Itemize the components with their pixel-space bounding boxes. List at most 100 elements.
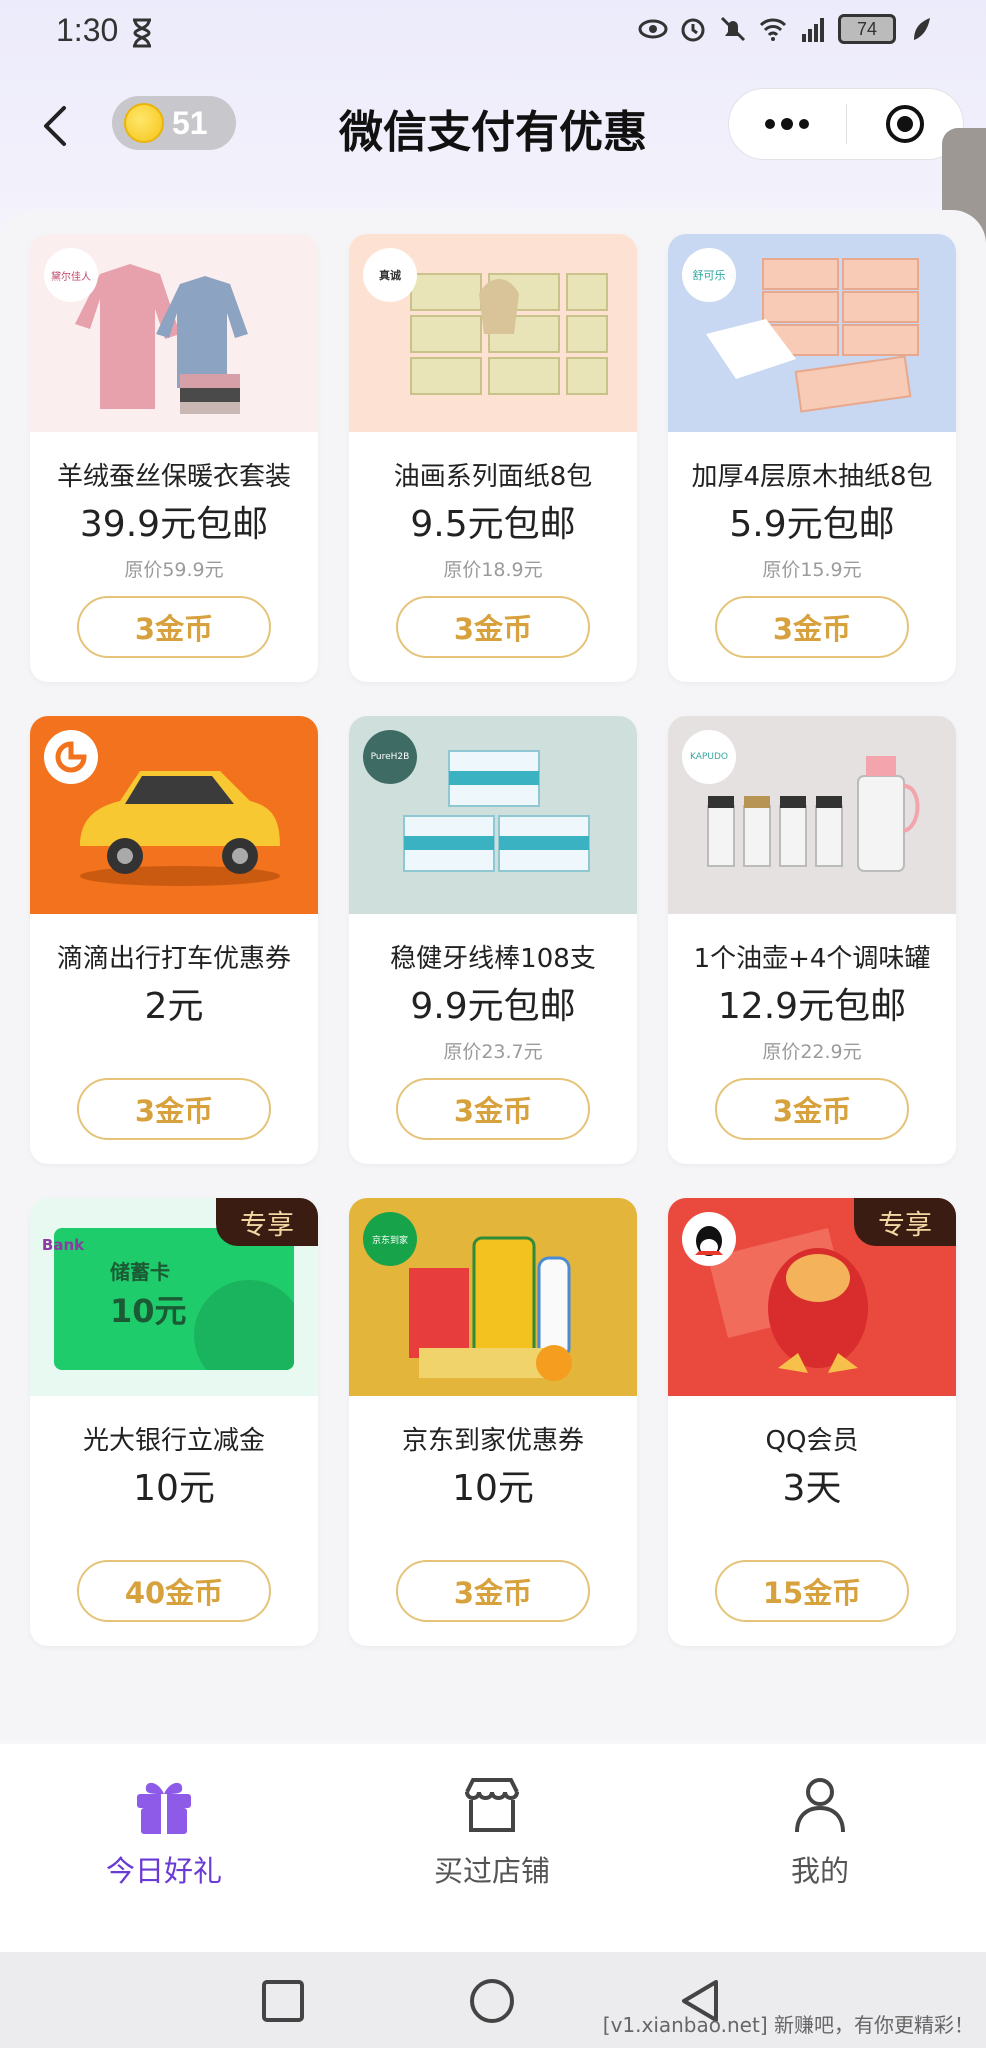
bank-card-amount: 10元 xyxy=(110,1292,187,1330)
tab-label: 买过店铺 xyxy=(433,1854,550,1888)
tab-purchased-stores[interactable]: 买过店铺 xyxy=(328,1744,656,1952)
status-icons: 74 xyxy=(638,14,936,44)
product-card[interactable]: KAPUDO 1个油壶+4个调味罐 12.9元包邮 原价22.9元 3金币 xyxy=(668,716,956,1164)
status-bar: 1:30 74 xyxy=(0,0,986,66)
product-image: 专享 xyxy=(668,1198,956,1396)
signal-icon xyxy=(802,18,824,42)
original-price xyxy=(349,1522,637,1546)
more-dots-icon xyxy=(765,118,810,130)
person-icon xyxy=(795,1778,845,1833)
product-card[interactable]: 储蓄卡 10元 Bank 专享 光大银行立减金 10元 40金币 xyxy=(30,1198,318,1646)
product-card[interactable]: 黛尔佳人 羊绒蚕丝保暖衣套装 39.9元包邮 原价59.9元 3金币 xyxy=(30,234,318,682)
product-price: 10元 xyxy=(452,1468,534,1509)
product-list: 黛尔佳人 羊绒蚕丝保暖衣套装 39.9元包邮 原价59.9元 3金币 真诚 油画… xyxy=(0,210,986,1740)
leaf-icon xyxy=(914,18,930,40)
coin-count: 51 xyxy=(172,104,208,141)
product-image: 储蓄卡 10元 Bank 专享 xyxy=(30,1198,318,1396)
product-price: 12.9元包邮 xyxy=(717,986,907,1027)
product-image: KAPUDO xyxy=(668,716,956,914)
product-name: 羊绒蚕丝保暖衣套装 xyxy=(56,462,291,492)
product-price: 39.9元包邮 xyxy=(79,504,269,545)
product-name: 光大银行立减金 xyxy=(82,1426,265,1456)
original-price xyxy=(668,1522,956,1546)
original-price: 原价23.7元 xyxy=(443,1041,543,1063)
back-arrow-icon[interactable] xyxy=(36,96,76,156)
redeem-button[interactable]: 3金币 xyxy=(396,1078,590,1140)
redeem-button[interactable]: 3金币 xyxy=(396,1560,590,1622)
product-name: 1个油壶+4个调味罐 xyxy=(693,944,931,974)
product-card[interactable]: PureH2B 稳健牙线棒108支 9.9元包邮 原价23.7元 3金币 xyxy=(349,716,637,1164)
redeem-button[interactable]: 3金币 xyxy=(396,596,590,658)
brand-logo: 黛尔佳人 xyxy=(44,248,98,302)
store-icon xyxy=(465,1778,519,1832)
brand-logo: 舒可乐 xyxy=(682,248,736,302)
product-image: 舒可乐 xyxy=(668,234,956,432)
redeem-button[interactable]: 3金币 xyxy=(77,1078,271,1140)
hourglass-icon xyxy=(133,18,151,48)
product-image: 黛尔佳人 xyxy=(30,234,318,432)
product-name: 加厚4层原木抽纸8包 xyxy=(691,462,933,492)
original-price xyxy=(30,1040,318,1064)
tab-me[interactable]: 我的 xyxy=(656,1744,984,1952)
redeem-button[interactable]: 15金币 xyxy=(715,1560,909,1622)
gift-icon xyxy=(137,1782,191,1834)
exclusive-badge: 专享 xyxy=(854,1198,956,1246)
tab-label: 我的 xyxy=(790,1854,849,1888)
product-name: QQ会员 xyxy=(765,1426,859,1456)
product-card[interactable]: 舒可乐 加厚4层原木抽纸8包 5.9元包邮 原价15.9元 3金币 xyxy=(668,234,956,682)
exclusive-badge: 专享 xyxy=(216,1198,318,1246)
product-price: 2元 xyxy=(144,986,204,1027)
watermark-text: [v1.xianbao.net] 新赚吧，有你更精彩！ xyxy=(602,2013,974,2037)
bank-card-label: 储蓄卡 xyxy=(110,1260,170,1284)
original-price: 原价59.9元 xyxy=(124,559,224,581)
wifi-icon xyxy=(759,18,787,41)
product-name: 油画系列面纸8包 xyxy=(393,462,593,492)
product-name: 滴滴出行打车优惠券 xyxy=(56,944,291,974)
product-price: 5.9元包邮 xyxy=(729,504,895,545)
home-circle-icon[interactable] xyxy=(467,1976,517,2026)
tab-label: 今日好礼 xyxy=(105,1854,222,1888)
brand-logo: 真诚 xyxy=(363,248,417,302)
target-icon xyxy=(885,105,924,143)
redeem-button[interactable]: 3金币 xyxy=(715,596,909,658)
product-card[interactable]: 滴滴出行打车优惠券 2元 3金币 xyxy=(30,716,318,1164)
mute-bell-icon xyxy=(720,16,746,42)
brand-logo: Bank xyxy=(41,1236,85,1254)
product-name: 稳健牙线棒108支 xyxy=(390,944,596,974)
header: 51 微信支付有优惠 xyxy=(0,66,986,186)
alarm-icon xyxy=(681,18,705,42)
redeem-button[interactable]: 3金币 xyxy=(715,1078,909,1140)
tab-today-gifts[interactable]: 今日好礼 xyxy=(0,1744,328,1952)
brand-logo: KAPUDO xyxy=(682,730,736,784)
product-card[interactable]: 京东到家 京东到家优惠券 10元 3金币 xyxy=(349,1198,637,1646)
product-grid: 黛尔佳人 羊绒蚕丝保暖衣套装 39.9元包邮 原价59.9元 3金币 真诚 油画… xyxy=(30,234,956,1646)
product-price: 9.9元包邮 xyxy=(410,986,576,1027)
status-time: 1:30 xyxy=(56,12,119,48)
product-price: 10元 xyxy=(133,1468,215,1509)
product-name: 京东到家优惠券 xyxy=(401,1426,584,1456)
original-price: 原价22.9元 xyxy=(762,1041,862,1063)
product-image: PureH2B xyxy=(349,716,637,914)
bottom-tab-bar: 今日好礼 买过店铺 我的 xyxy=(0,1744,986,1952)
redeem-button[interactable]: 40金币 xyxy=(77,1560,271,1622)
original-price: 原价18.9元 xyxy=(443,559,543,581)
product-price: 3天 xyxy=(782,1468,842,1509)
battery-indicator: 74 xyxy=(838,14,896,44)
product-image xyxy=(30,716,318,914)
product-card[interactable]: 真诚 油画系列面纸8包 9.5元包邮 原价18.9元 3金币 xyxy=(349,234,637,682)
brand-logo: PureH2B xyxy=(363,730,417,784)
product-image: 京东到家 xyxy=(349,1198,637,1396)
redeem-button[interactable]: 3金币 xyxy=(77,596,271,658)
more-button[interactable] xyxy=(729,89,846,159)
eye-icon xyxy=(638,19,668,39)
miniprogram-capsule xyxy=(728,88,964,160)
recents-square-icon[interactable] xyxy=(258,1976,308,2026)
product-price: 9.5元包邮 xyxy=(410,504,576,545)
original-price: 原价15.9元 xyxy=(762,559,862,581)
system-navigation-bar: [v1.xianbao.net] 新赚吧，有你更精彩！ xyxy=(0,1952,986,2048)
original-price xyxy=(30,1522,318,1546)
checkmark-icon xyxy=(194,1280,294,1370)
coin-icon xyxy=(124,103,164,143)
product-card[interactable]: 专享 QQ会员 3天 15金币 xyxy=(668,1198,956,1646)
coin-balance[interactable]: 51 xyxy=(112,96,236,150)
